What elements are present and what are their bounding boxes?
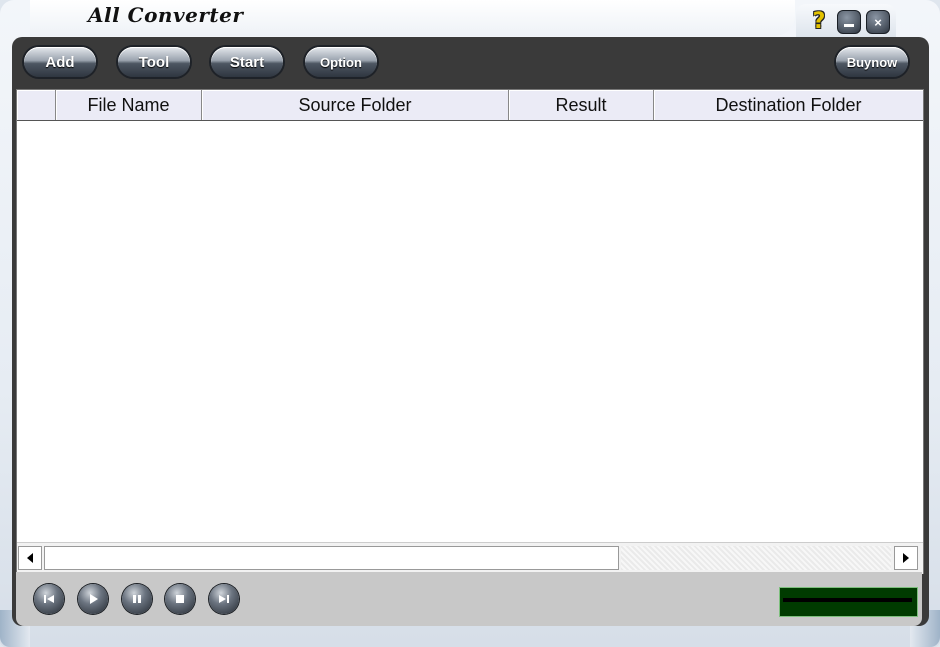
- app-window: All Converter ? × Add Tool Start Option …: [0, 0, 940, 647]
- column-header-destination-folder[interactable]: Destination Folder: [654, 90, 923, 120]
- next-button[interactable]: [209, 584, 239, 614]
- level-meter-bar: [783, 598, 912, 602]
- column-header-select[interactable]: [17, 90, 56, 120]
- scrollbar-thumb[interactable]: [44, 546, 619, 570]
- tool-button-label: Tool: [138, 53, 170, 71]
- tool-button[interactable]: Tool: [118, 47, 190, 77]
- column-header-source-folder[interactable]: Source Folder: [202, 90, 509, 120]
- arrow-left-icon: [27, 553, 33, 563]
- pause-icon: [133, 595, 141, 603]
- close-button[interactable]: ×: [866, 10, 890, 34]
- arrow-right-icon: [903, 553, 909, 563]
- scroll-right-button[interactable]: [894, 546, 918, 570]
- play-icon: [90, 594, 98, 604]
- column-header-result[interactable]: Result: [509, 90, 654, 120]
- minimize-button[interactable]: [837, 10, 861, 34]
- scrollbar-track[interactable]: [621, 546, 891, 570]
- start-button-label: Start: [229, 53, 265, 71]
- title-bar[interactable]: All Converter: [30, 0, 795, 36]
- scroll-left-button[interactable]: [18, 546, 42, 570]
- file-list[interactable]: File Name Source Folder Result Destinati…: [16, 89, 924, 574]
- window-title: All Converter: [88, 3, 244, 27]
- play-button[interactable]: [78, 584, 108, 614]
- stop-button[interactable]: [165, 584, 195, 614]
- add-button[interactable]: Add: [24, 47, 96, 77]
- option-button[interactable]: Option: [305, 47, 377, 77]
- player-bar: [16, 572, 922, 626]
- previous-button[interactable]: [34, 584, 64, 614]
- column-header-file-name[interactable]: File Name: [56, 90, 202, 120]
- next-icon: [219, 595, 229, 603]
- buynow-button-label: Buynow: [846, 54, 898, 70]
- level-meter: [779, 587, 918, 617]
- option-button-label: Option: [320, 54, 362, 70]
- title-bar-buttons: ? ×: [796, 4, 896, 38]
- add-button-label: Add: [45, 53, 75, 71]
- horizontal-scrollbar[interactable]: [17, 542, 923, 574]
- pause-button[interactable]: [122, 584, 152, 614]
- buynow-button[interactable]: Buynow: [836, 47, 908, 77]
- start-button[interactable]: Start: [211, 47, 283, 77]
- list-header: File Name Source Folder Result Destinati…: [17, 90, 923, 121]
- stop-icon: [176, 595, 184, 603]
- close-icon: ×: [874, 14, 882, 30]
- list-rows[interactable]: [17, 121, 923, 542]
- previous-icon: [44, 595, 54, 603]
- help-icon[interactable]: ?: [808, 9, 830, 34]
- minimize-icon: [844, 23, 854, 27]
- main-panel: Add Tool Start Option Buynow File Name S…: [12, 37, 929, 626]
